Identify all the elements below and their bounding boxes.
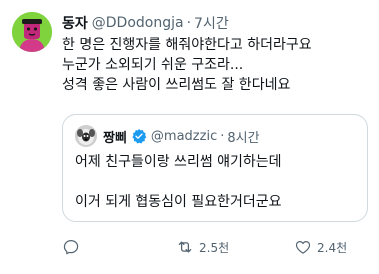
retweet-icon [178,241,192,253]
quote-header: 짱삐 @madzzic · 8시간 [103,126,260,146]
quote-user-handle[interactable]: @madzzic [151,129,217,144]
reply-icon [63,240,79,255]
green-character-avatar-icon [12,12,52,52]
quote-text: 어제 친구들이랑 쓰리썸 얘기하는데 이거 되게 협동심이 필요한거더군요 [75,152,361,212]
reply-button[interactable] [62,236,80,258]
quote-tweet-card[interactable]: 짱삐 @madzzic · 8시간 어제 친구들이랑 쓰리썸 얘기하는데 이거 … [62,114,368,222]
verified-badge-icon [131,128,147,144]
quote-avatar[interactable] [75,125,97,147]
retweet-count: 2.5천 [199,240,230,255]
timestamp[interactable]: 7시간 [194,13,229,33]
heart-icon [295,241,311,254]
user-handle[interactable]: @DDodongja [92,15,184,31]
separator-dot: · [220,128,225,144]
quote-display-name[interactable]: 짱삐 [103,127,127,146]
retweet-button[interactable]: 2.5천 [176,236,229,258]
like-count: 2.4천 [317,240,348,255]
action-bar: 2.5천 2.4천 [62,236,372,258]
tweet-text-line: 한 명은 진행자를 해줘야한다고 하더라구요 [62,37,312,53]
tweet-text-line: 성격 좋은 사람이 쓰리썸도 잘 한다네요 [62,77,291,93]
quote-timestamp[interactable]: 8시간 [227,127,259,146]
tweet-text-line: 누군가 소외되기 쉬운 구조라... [62,57,244,73]
quote-text-blank-line [75,172,361,192]
quote-text-line: 이거 되게 협동심이 필요한거더군요 [75,194,282,210]
quote-text-line: 어제 친구들이랑 쓰리썸 얘기하는데 [75,154,282,170]
tweet-text: 한 명은 진행자를 해줘야한다고 하더라구요 누군가 소외되기 쉬운 구조라..… [62,35,367,95]
avatar[interactable] [12,12,52,52]
separator-dot: · [186,15,192,31]
display-name[interactable]: 동자 [62,13,88,33]
like-button[interactable]: 2.4천 [294,236,347,258]
tweet-header: 동자 @DDodongja · 7시간 [62,13,229,33]
dog-photo-avatar-icon [75,125,97,147]
